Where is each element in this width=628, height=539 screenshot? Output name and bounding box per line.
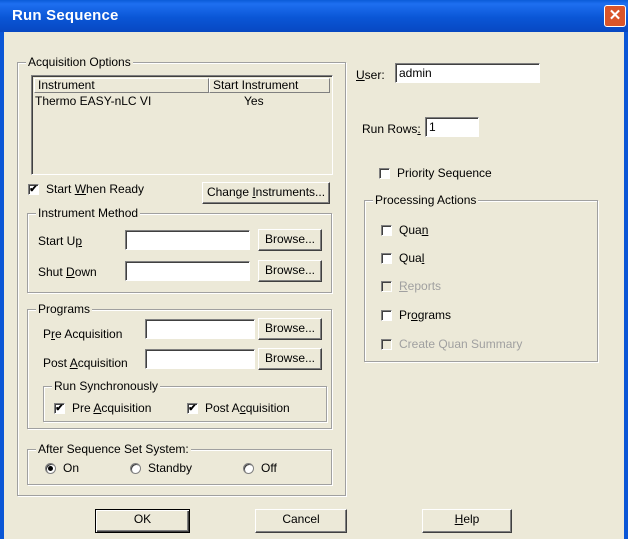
label-part: elp — [463, 512, 480, 526]
window-title: Run Sequence — [12, 7, 119, 24]
programs-checkbox[interactable] — [381, 310, 392, 321]
start-instrument-cell[interactable]: Yes — [244, 94, 264, 108]
label-accel: W — [74, 182, 87, 196]
instrument-list[interactable]: Instrument Start Instrument Thermo EASY-… — [31, 75, 333, 175]
start-up-label: Start Up — [38, 234, 82, 248]
label-part: grams — [417, 308, 452, 322]
start-when-ready-checkbox[interactable]: ✔ — [28, 184, 39, 195]
label-accel: R — [399, 279, 408, 293]
quan-label: Quan — [399, 223, 428, 237]
label-accel: A — [69, 356, 78, 370]
label-part: Qua — [399, 223, 422, 237]
instrument-method-legend: Instrument Method — [36, 206, 141, 220]
label-accel: p — [75, 234, 83, 248]
label-accel: o — [411, 308, 418, 322]
instrument-name-cell[interactable]: Thermo EASY-nLC VI — [35, 94, 151, 108]
label-accel: U — [356, 68, 365, 82]
after-sequence-on-radio[interactable] — [45, 463, 56, 474]
after-sequence-standby-radio[interactable] — [130, 463, 141, 474]
label-part: Start U — [38, 234, 76, 248]
priority-sequence-label: Priority Sequence — [397, 166, 492, 180]
label-part: cquisition — [101, 401, 152, 415]
run-synchronously-legend: Run Synchronously — [52, 379, 161, 393]
programs-label: Programs — [399, 308, 451, 322]
cancel-button[interactable]: Cancel — [255, 509, 347, 533]
sync-post-acquisition-checkbox[interactable]: ✔ — [187, 403, 198, 414]
label-part: Pr — [399, 308, 411, 322]
label-part: nstruments... — [255, 185, 326, 199]
change-instruments-button[interactable]: Change Instruments... — [202, 182, 330, 204]
run-rows-input[interactable] — [425, 117, 479, 137]
create-quan-summary-checkbox[interactable] — [381, 339, 392, 350]
label-part: own — [74, 265, 97, 279]
after-sequence-off-radio[interactable] — [243, 463, 254, 474]
label-part: eports — [407, 279, 442, 293]
column-header-start-instrument[interactable]: Start Instrument — [209, 78, 330, 93]
label-part: Change — [206, 185, 253, 199]
post-acquisition-browse-button[interactable]: Browse... — [258, 348, 322, 370]
processing-actions-legend: Processing Actions — [373, 193, 479, 207]
start-when-ready-label: Start When Ready — [46, 182, 144, 196]
after-sequence-off-label: Off — [261, 461, 277, 475]
label-part: quisition — [245, 401, 290, 415]
post-acquisition-label: Post Acquisition — [43, 356, 128, 370]
after-sequence-on-label: On — [63, 461, 80, 475]
create-quan-summary-label: Create Quan Summary — [399, 337, 523, 351]
reports-checkbox[interactable] — [381, 281, 392, 292]
label-accel: : — [417, 122, 421, 136]
shut-down-browse-button[interactable]: Browse... — [258, 260, 322, 282]
start-up-input[interactable] — [125, 230, 250, 250]
label-part: Post — [43, 356, 70, 370]
column-header-instrument[interactable]: Instrument — [34, 78, 209, 93]
run-sequence-dialog: Run Sequence ✕ Acquisition Options Instr… — [0, 0, 628, 539]
pre-acquisition-label: Pre Acquisition — [43, 327, 122, 341]
label-part: Pre — [72, 401, 94, 415]
shut-down-label: Shut Down — [38, 265, 97, 279]
label-part: cquisition — [77, 356, 128, 370]
label-part: Start — [46, 182, 75, 196]
label-accel: n — [421, 223, 429, 237]
pre-acquisition-browse-button[interactable]: Browse... — [258, 318, 322, 340]
label-accel: D — [66, 265, 75, 279]
post-acquisition-input[interactable] — [145, 349, 255, 369]
start-up-browse-button[interactable]: Browse... — [258, 229, 322, 251]
sync-post-acquisition-label: Post Acquisition — [205, 401, 290, 415]
user-label: User: — [356, 68, 385, 82]
after-sequence-standby-label: Standby — [148, 461, 193, 475]
quan-checkbox[interactable] — [381, 225, 392, 236]
ok-button[interactable]: OK — [95, 509, 190, 533]
help-button[interactable]: Help — [422, 509, 512, 533]
label-part: hen Ready — [86, 182, 145, 196]
label-part: ser: — [364, 68, 385, 82]
priority-sequence-checkbox[interactable] — [379, 168, 390, 179]
label-part: P — [43, 327, 52, 341]
shut-down-input[interactable] — [125, 261, 250, 281]
title-bar[interactable]: Run Sequence ✕ — [0, 0, 628, 32]
after-sequence-legend: After Sequence Set System: — [36, 442, 191, 456]
run-rows-label: Run Rows: — [362, 122, 421, 136]
sync-pre-acquisition-checkbox[interactable]: ✔ — [54, 403, 65, 414]
label-part: Qua — [399, 251, 422, 265]
label-part: e Acquisition — [55, 327, 123, 341]
label-accel: l — [421, 251, 425, 265]
acquisition-options-legend: Acquisition Options — [26, 55, 133, 69]
label-part: Shut — [38, 265, 67, 279]
user-input[interactable] — [395, 63, 540, 83]
programs-legend: Programs — [36, 302, 93, 316]
window-frame-left — [0, 32, 4, 539]
pre-acquisition-input[interactable] — [145, 319, 255, 339]
window-frame-right — [624, 32, 628, 539]
reports-label: Reports — [399, 279, 441, 293]
label-part: Run Rows — [362, 122, 418, 136]
label-part: Post A — [205, 401, 240, 415]
qual-checkbox[interactable] — [381, 253, 392, 264]
close-icon[interactable]: ✕ — [604, 5, 626, 27]
sync-pre-acquisition-label: Pre Acquisition — [72, 401, 151, 415]
qual-label: Qual — [399, 251, 424, 265]
